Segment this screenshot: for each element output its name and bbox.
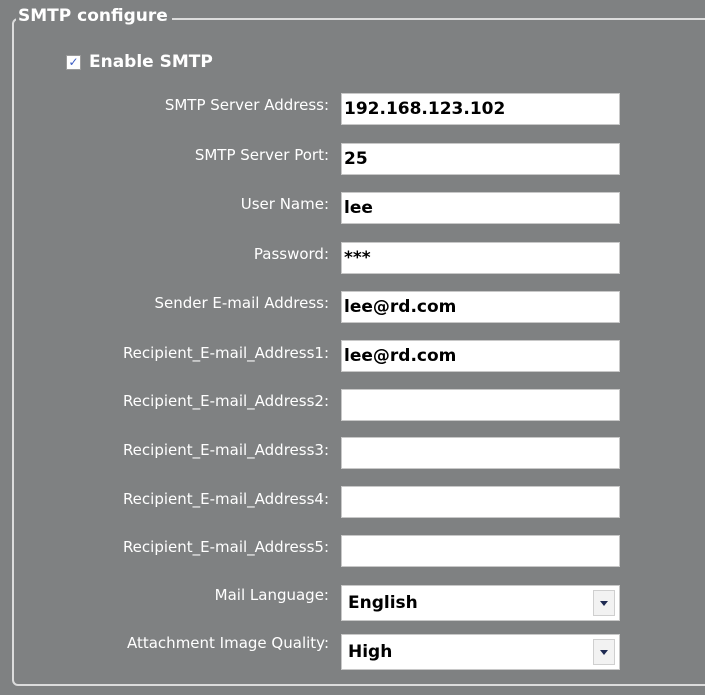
smtp-server-port-label: SMTP Server Port: bbox=[194, 146, 329, 164]
enable-smtp-checkbox[interactable]: ✓ Enable SMTP bbox=[66, 52, 213, 72]
attachment-quality-select[interactable]: High bbox=[341, 634, 620, 670]
sender-email-label: Sender E-mail Address: bbox=[154, 294, 329, 312]
recipient-email-4-label: Recipient_E-mail_Address4: bbox=[122, 490, 329, 508]
chevron-down-icon[interactable] bbox=[593, 590, 615, 616]
smtp-config-panel: SMTP configure ✓ Enable SMTP SMTP Server… bbox=[0, 0, 705, 695]
mail-language-select[interactable]: English bbox=[341, 585, 620, 621]
enable-smtp-label: Enable SMTP bbox=[89, 52, 213, 72]
group-title: SMTP configure bbox=[16, 6, 172, 26]
smtp-server-address-label: SMTP Server Address: bbox=[164, 96, 329, 114]
recipient-email-3-input[interactable] bbox=[341, 437, 620, 469]
checkbox-checked-icon[interactable]: ✓ bbox=[66, 54, 81, 70]
password-input[interactable]: *** bbox=[341, 242, 620, 274]
recipient-email-5-label: Recipient_E-mail_Address5: bbox=[122, 538, 329, 556]
recipient-email-1-label: Recipient_E-mail_Address1: bbox=[122, 344, 329, 362]
recipient-email-5-input[interactable] bbox=[341, 535, 620, 567]
recipient-email-2-input[interactable] bbox=[341, 389, 620, 421]
sender-email-input[interactable]: lee@rd.com bbox=[341, 291, 620, 323]
mail-language-value: English bbox=[348, 593, 418, 613]
recipient-email-2-label: Recipient_E-mail_Address2: bbox=[122, 392, 329, 410]
user-name-label: User Name: bbox=[240, 195, 329, 213]
recipient-email-1-input[interactable]: lee@rd.com bbox=[341, 340, 620, 372]
recipient-email-3-label: Recipient_E-mail_Address3: bbox=[122, 441, 329, 459]
smtp-server-address-input[interactable]: 192.168.123.102 bbox=[341, 93, 620, 125]
attachment-quality-label: Attachment Image Quality: bbox=[126, 634, 329, 652]
recipient-email-4-input[interactable] bbox=[341, 486, 620, 518]
password-label: Password: bbox=[253, 245, 329, 263]
smtp-server-port-input[interactable]: 25 bbox=[341, 143, 620, 175]
chevron-down-icon[interactable] bbox=[593, 639, 615, 665]
attachment-quality-value: High bbox=[348, 642, 393, 662]
mail-language-label: Mail Language: bbox=[214, 586, 329, 604]
user-name-input[interactable]: lee bbox=[341, 192, 620, 224]
